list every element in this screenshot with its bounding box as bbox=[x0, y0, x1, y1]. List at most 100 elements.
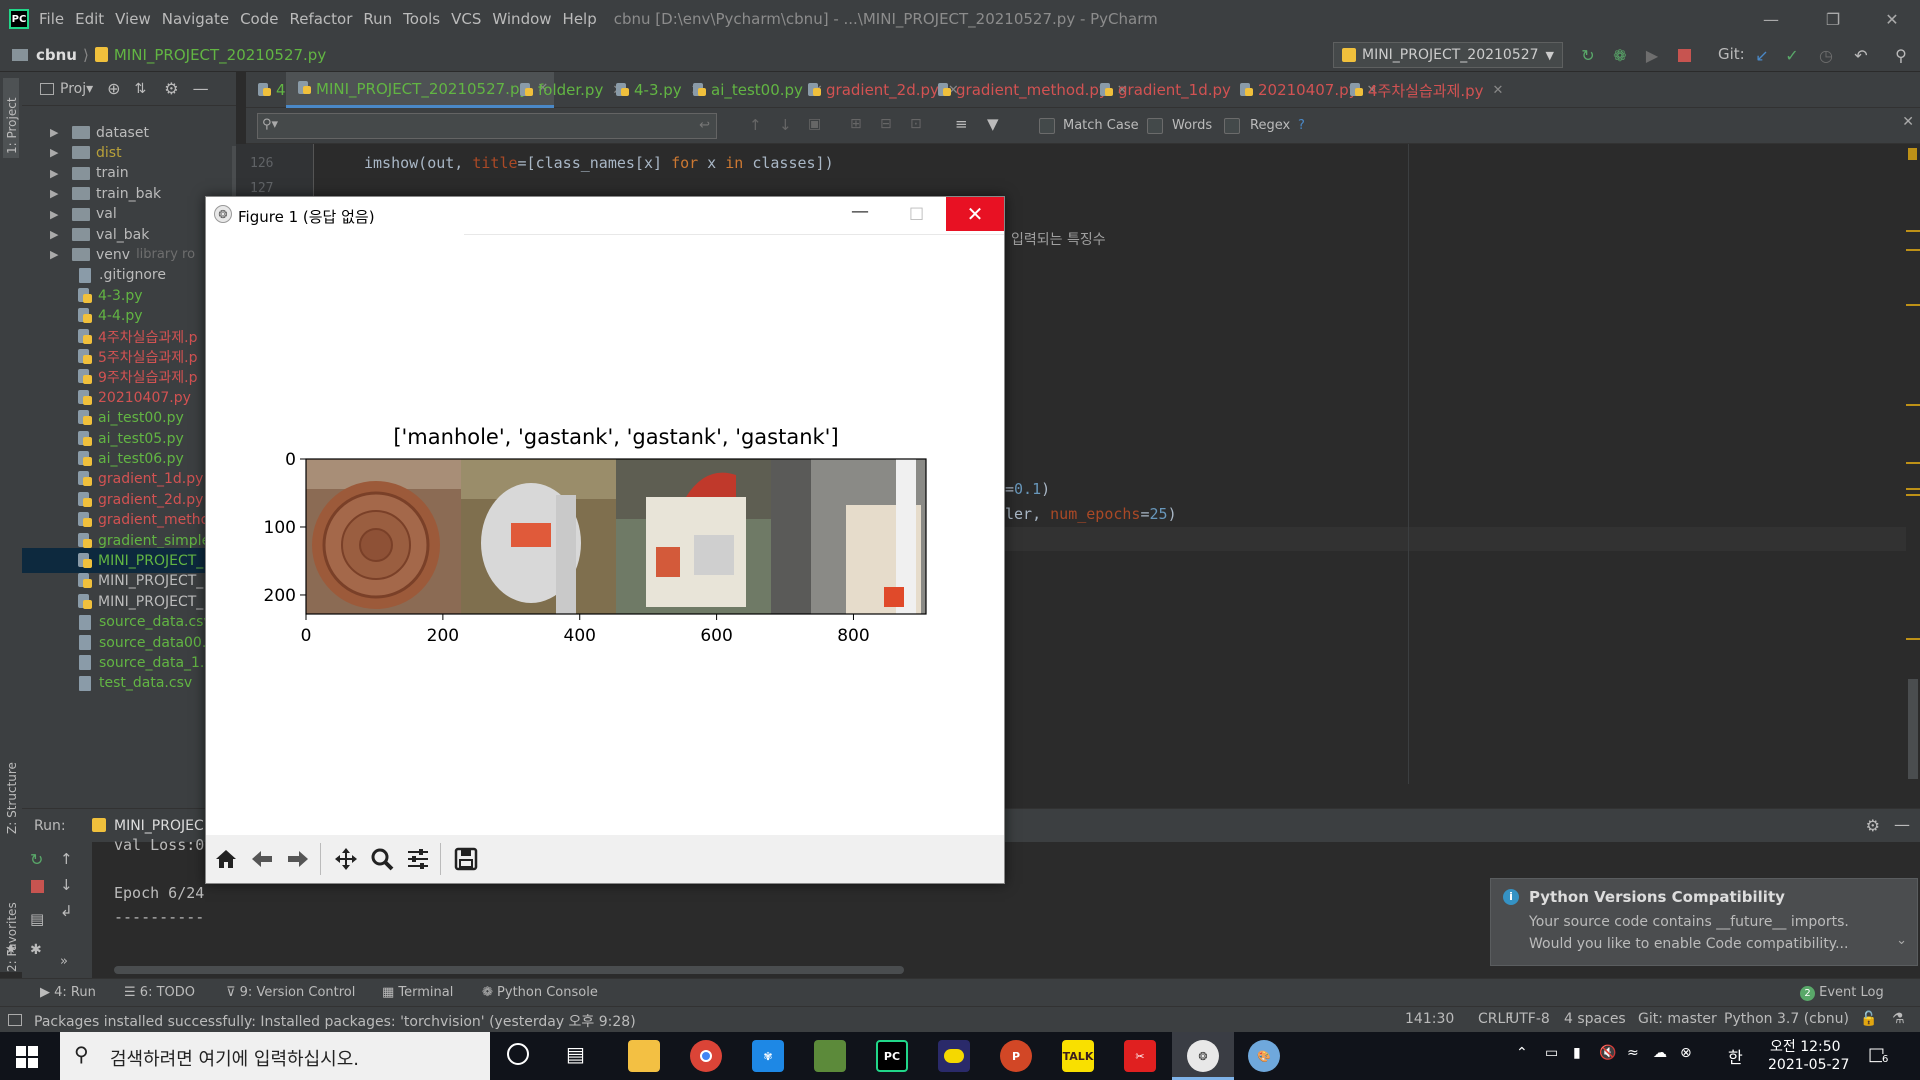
restore-icon[interactable]: ❐ bbox=[1805, 0, 1861, 38]
add-occurrence-icon[interactable]: ⊞ bbox=[850, 116, 862, 132]
run-config-select[interactable]: MINI_PROJECT_20210527 ▼ bbox=[1333, 42, 1563, 68]
close-icon[interactable]: ✕ bbox=[1864, 0, 1920, 38]
menu-vcs[interactable]: VCS bbox=[451, 10, 481, 28]
close-find-icon[interactable]: ✕ bbox=[1902, 114, 1914, 130]
menu-window[interactable]: Window bbox=[492, 10, 551, 28]
panel-toggle-icon[interactable] bbox=[8, 1014, 22, 1026]
powerpoint-icon[interactable]: P bbox=[1000, 1040, 1032, 1072]
tab-todo[interactable]: ☰ 6: TODO bbox=[124, 985, 195, 1000]
tab-terminal[interactable]: ▦ Terminal bbox=[382, 985, 453, 1000]
remove-occurrence-icon[interactable]: ⊟ bbox=[880, 116, 892, 132]
caret-position[interactable]: 141:30 bbox=[1405, 1011, 1454, 1027]
match-case-checkbox[interactable] bbox=[1039, 118, 1055, 134]
expand-arrow-icon[interactable]: ▶ bbox=[50, 228, 64, 241]
expand-arrow-icon[interactable]: ▶ bbox=[50, 187, 64, 200]
file-encoding[interactable]: UTF-8 bbox=[1509, 1011, 1550, 1027]
chrome-icon[interactable] bbox=[690, 1040, 722, 1072]
editor-tab[interactable]: MINI_PROJECT_20210527.py ✕ bbox=[286, 72, 555, 108]
ime-indicator[interactable]: 한 bbox=[1728, 1044, 1743, 1068]
rerun-icon[interactable]: ↻ bbox=[1579, 46, 1597, 65]
task-view-icon[interactable]: ▤ bbox=[566, 1042, 585, 1066]
minimize-icon[interactable]: — bbox=[1743, 0, 1799, 38]
editor-tab[interactable]: 4주차실습과제.py ✕ bbox=[1350, 72, 1503, 108]
search-input[interactable]: ⚲▾ ↩ bbox=[257, 113, 717, 139]
rerun-icon[interactable]: ↻ bbox=[30, 850, 43, 869]
paint-app-icon[interactable]: 🎨 bbox=[1248, 1040, 1280, 1072]
pycharm-taskbar-icon[interactable]: PC bbox=[876, 1040, 908, 1072]
hide-icon[interactable]: — bbox=[1894, 815, 1910, 834]
notification-balloon[interactable]: i Python Versions Compatibility Your sou… bbox=[1490, 878, 1918, 966]
git-branch[interactable]: Git: master bbox=[1638, 1011, 1717, 1027]
console-horizontal-scrollbar[interactable] bbox=[114, 966, 904, 974]
tab-run[interactable]: ▶ 4: Run bbox=[40, 985, 96, 1000]
search-everywhere-icon[interactable]: ⚲ bbox=[1892, 46, 1910, 65]
device-icon[interactable]: ▭ bbox=[1545, 1045, 1558, 1061]
breadcrumb-file[interactable]: MINI_PROJECT_20210527.py bbox=[114, 46, 326, 64]
menu-edit[interactable]: Edit bbox=[75, 10, 104, 28]
filter-results-icon[interactable]: ≡ bbox=[955, 115, 968, 133]
windows-start-icon[interactable] bbox=[16, 1046, 38, 1068]
expand-arrow-icon[interactable]: ▶ bbox=[50, 146, 64, 159]
cortana-icon[interactable] bbox=[507, 1043, 529, 1065]
editor-tab[interactable]: folder.py ✕ bbox=[520, 72, 623, 108]
menu-view[interactable]: View bbox=[115, 10, 151, 28]
expand-arrow-icon[interactable]: ▶ bbox=[50, 208, 64, 221]
configure-subplots-icon[interactable] bbox=[402, 843, 434, 875]
menu-refactor[interactable]: Refactor bbox=[289, 10, 352, 28]
kakaotalk-icon[interactable]: TALK bbox=[1062, 1040, 1094, 1072]
tree-file-item[interactable]: test_data.csv bbox=[22, 671, 236, 696]
stop-icon[interactable] bbox=[1675, 46, 1693, 64]
clock-date[interactable]: 2021-05-27 bbox=[1768, 1057, 1849, 1073]
home-icon[interactable] bbox=[210, 843, 242, 875]
accessibility-app-icon[interactable]: ✾ bbox=[752, 1040, 784, 1072]
gear-icon[interactable]: ⚙ bbox=[164, 79, 178, 98]
run-config-tab[interactable]: MINI_PROJEC bbox=[114, 818, 204, 834]
structure-tool-label[interactable]: Z: Structure bbox=[5, 762, 19, 834]
menu-file[interactable]: File bbox=[39, 10, 64, 28]
expand-arrow-icon[interactable]: ▶ bbox=[50, 126, 64, 139]
pin-icon[interactable]: ✱ bbox=[30, 942, 42, 958]
down-icon[interactable]: ↓ bbox=[60, 876, 73, 894]
git-commit-icon[interactable]: ✓ bbox=[1783, 46, 1801, 65]
file-explorer-icon[interactable] bbox=[628, 1040, 660, 1072]
menu-code[interactable]: Code bbox=[240, 10, 278, 28]
tab-event-log[interactable]: 2 Event Log bbox=[1800, 985, 1884, 1001]
rollback-icon[interactable]: ↶ bbox=[1852, 46, 1870, 65]
taskbar-search-box[interactable]: ⚲ 검색하려면 여기에 입력하십시오. bbox=[60, 1032, 490, 1080]
editor-tab[interactable]: ai_test00.py ✕ bbox=[693, 72, 823, 108]
editor-tab[interactable]: gradient_1d.py ✕ bbox=[1100, 72, 1251, 108]
project-view-select[interactable]: Proj▾ bbox=[60, 81, 93, 97]
lock-icon[interactable]: 🔓 bbox=[1860, 1011, 1877, 1027]
menu-tools[interactable]: Tools bbox=[403, 10, 440, 28]
locate-icon[interactable]: ⊕ bbox=[107, 79, 120, 98]
editor-tab[interactable]: gradient_2d.py ✕ bbox=[808, 72, 959, 108]
collapse-icon[interactable]: ⇅ bbox=[135, 81, 147, 97]
regex-help-link[interactable]: ? bbox=[1298, 118, 1305, 133]
notification-link[interactable]: Would you like to enable Code compatibil… bbox=[1529, 936, 1848, 952]
save-icon[interactable] bbox=[450, 843, 482, 875]
stop-icon[interactable] bbox=[31, 880, 44, 893]
matplotlib-taskbar-button[interactable]: ❂ bbox=[1172, 1032, 1234, 1080]
regex-checkbox[interactable] bbox=[1224, 118, 1240, 134]
menu-navigate[interactable]: Navigate bbox=[162, 10, 229, 28]
prev-occurrence-icon[interactable]: ↑ bbox=[749, 116, 762, 134]
select-all-occurrences-icon[interactable]: ▣ bbox=[808, 116, 821, 132]
expand-arrow-icon[interactable]: ▶ bbox=[50, 167, 64, 180]
editor-tab[interactable]: 4-3.py ✕ bbox=[616, 72, 702, 108]
soft-wrap-icon[interactable]: ↲ bbox=[60, 902, 73, 920]
close-tab-icon[interactable]: ✕ bbox=[1493, 83, 1504, 98]
image-app-icon[interactable] bbox=[814, 1040, 846, 1072]
volume-muted-icon[interactable]: 🔇 bbox=[1599, 1045, 1616, 1061]
capture-app-icon[interactable]: ✂ bbox=[1124, 1040, 1156, 1072]
hide-icon[interactable]: — bbox=[193, 79, 209, 98]
editor-scrollbar[interactable] bbox=[1908, 679, 1918, 779]
python-interpreter[interactable]: Python 3.7 (cbnu) bbox=[1724, 1011, 1849, 1027]
history-icon[interactable]: ◷ bbox=[1817, 46, 1835, 65]
menu-help[interactable]: Help bbox=[563, 10, 597, 28]
show-hidden-icons[interactable]: ⌃ bbox=[1516, 1045, 1528, 1061]
close-icon[interactable]: ✕ bbox=[946, 197, 1004, 231]
coverage-icon[interactable]: ▶ bbox=[1643, 46, 1661, 65]
onedrive-icon[interactable]: ☁ bbox=[1653, 1045, 1667, 1061]
pan-icon[interactable] bbox=[330, 843, 362, 875]
forward-icon[interactable] bbox=[282, 843, 314, 875]
